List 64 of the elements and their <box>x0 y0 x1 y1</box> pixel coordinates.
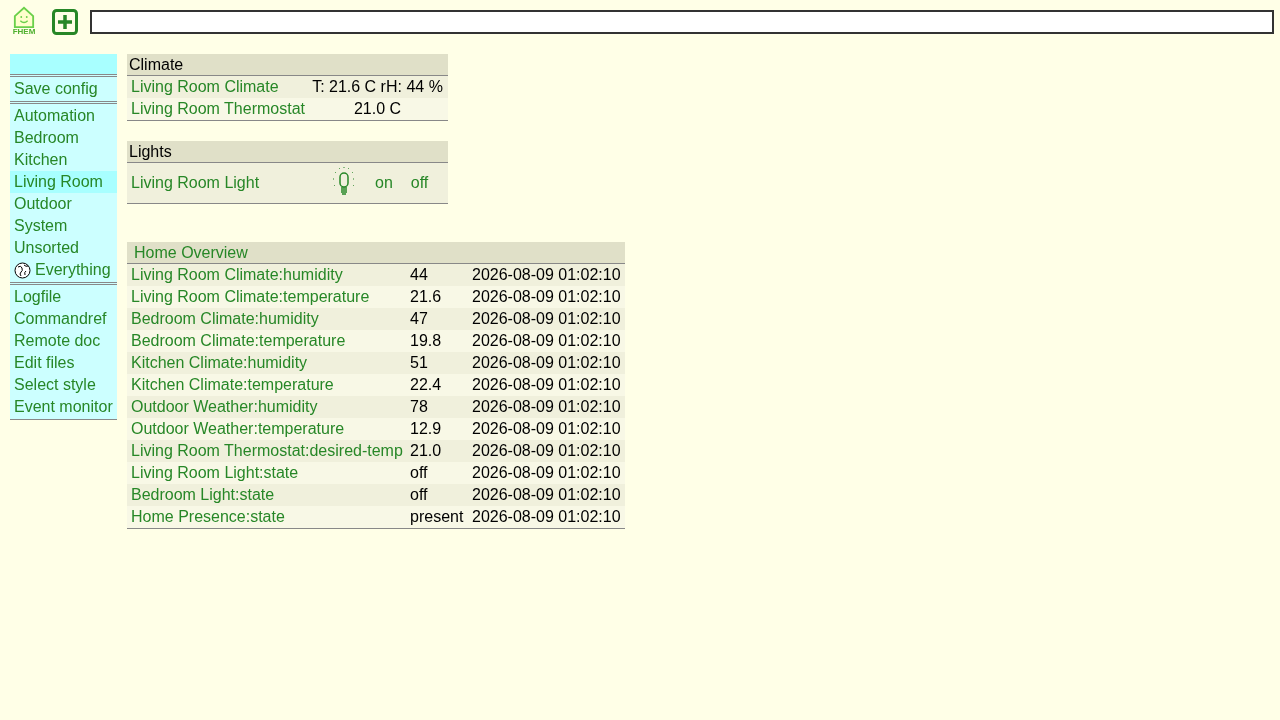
reading-time: 2026-08-09 01:02:10 <box>472 508 622 526</box>
sidebar-item[interactable]: Unsorted <box>10 237 117 259</box>
reading-time: 2026-08-09 01:02:10 <box>472 310 622 328</box>
sidebar-item[interactable]: System <box>10 215 117 237</box>
reading-link[interactable]: Living Room Thermostat:desired-temp <box>131 442 410 460</box>
sidebar-item[interactable]: Edit files <box>10 352 117 374</box>
room-title: Lights <box>127 141 448 163</box>
device-link[interactable]: Living Room Thermostat <box>131 100 311 118</box>
globe-icon <box>14 261 31 279</box>
reading-link[interactable]: Kitchen Climate:humidity <box>131 354 410 372</box>
sidebar-item[interactable]: Everything <box>10 259 117 281</box>
device-link[interactable]: Living Room Light <box>131 174 331 192</box>
add-icon[interactable] <box>52 9 78 35</box>
sidebar-item[interactable]: Bedroom <box>10 127 117 149</box>
logo-text: FHEM <box>12 28 36 36</box>
sidebar-item[interactable]: Event monitor <box>10 396 117 418</box>
reading-link[interactable]: Bedroom Climate:temperature <box>131 332 410 350</box>
reading-link[interactable]: Living Room Climate:humidity <box>131 266 410 284</box>
reading-time: 2026-08-09 01:02:10 <box>472 464 622 482</box>
overview-title: Home Overview <box>127 242 625 264</box>
reading-value: 12.9 <box>410 420 443 438</box>
reading-time: 2026-08-09 01:02:10 <box>472 420 622 438</box>
sidebar-item[interactable]: Select style <box>10 374 117 396</box>
sidebar-item[interactable]: Commandref <box>10 308 117 330</box>
command-link[interactable]: off <box>410 174 429 192</box>
reading-value: 21.0 <box>410 442 443 460</box>
device-state: T: 21.6 C rH: 44 % <box>311 78 444 96</box>
reading-value: 44 <box>410 266 429 284</box>
sidebar-item[interactable]: Logfile <box>10 286 117 308</box>
reading-value: 78 <box>410 398 429 416</box>
reading-value: 21.6 <box>410 288 443 306</box>
sidebar-item[interactable]: Outdoor <box>10 193 117 215</box>
reading-link[interactable]: Outdoor Weather:humidity <box>131 398 410 416</box>
reading-link[interactable]: Bedroom Climate:humidity <box>131 310 410 328</box>
reading-link[interactable]: Kitchen Climate:temperature <box>131 376 410 394</box>
reading-value: present <box>410 508 465 526</box>
reading-value: 47 <box>410 310 429 328</box>
reading-value: off <box>410 464 429 482</box>
reading-link[interactable]: Living Room Climate:temperature <box>131 288 410 306</box>
reading-time: 2026-08-09 01:02:10 <box>472 376 622 394</box>
reading-link[interactable]: Bedroom Light:state <box>131 486 410 504</box>
reading-time: 2026-08-09 01:02:10 <box>472 398 622 416</box>
reading-value: 51 <box>410 354 429 372</box>
command-field[interactable] <box>90 10 1274 34</box>
device-link[interactable]: Living Room Climate <box>131 78 311 96</box>
reading-time: 2026-08-09 01:02:10 <box>472 486 622 504</box>
room-title: Climate <box>127 54 448 76</box>
reading-time: 2026-08-09 01:02:10 <box>472 354 622 372</box>
reading-time: 2026-08-09 01:02:10 <box>472 332 622 350</box>
reading-time: 2026-08-09 01:02:10 <box>472 442 622 460</box>
reading-value: 22.4 <box>410 376 443 394</box>
reading-link[interactable]: Living Room Light:state <box>131 464 410 482</box>
sidebar-item[interactable]: Kitchen <box>10 149 117 171</box>
sidebar-item[interactable]: Automation <box>10 105 117 127</box>
reading-value: off <box>410 486 429 504</box>
reading-link[interactable]: Outdoor Weather:temperature <box>131 420 410 438</box>
sidebar-item[interactable]: Living Room <box>10 171 117 193</box>
reading-time: 2026-08-09 01:02:10 <box>472 288 622 306</box>
reading-time: 2026-08-09 01:02:10 <box>472 266 622 284</box>
sidebar-item[interactable]: Remote doc <box>10 330 117 352</box>
reading-value: 19.8 <box>410 332 443 350</box>
reading-link[interactable]: Home Presence:state <box>131 508 410 526</box>
device-state: 21.0 C <box>352 100 403 118</box>
command-link[interactable]: on <box>375 174 393 192</box>
